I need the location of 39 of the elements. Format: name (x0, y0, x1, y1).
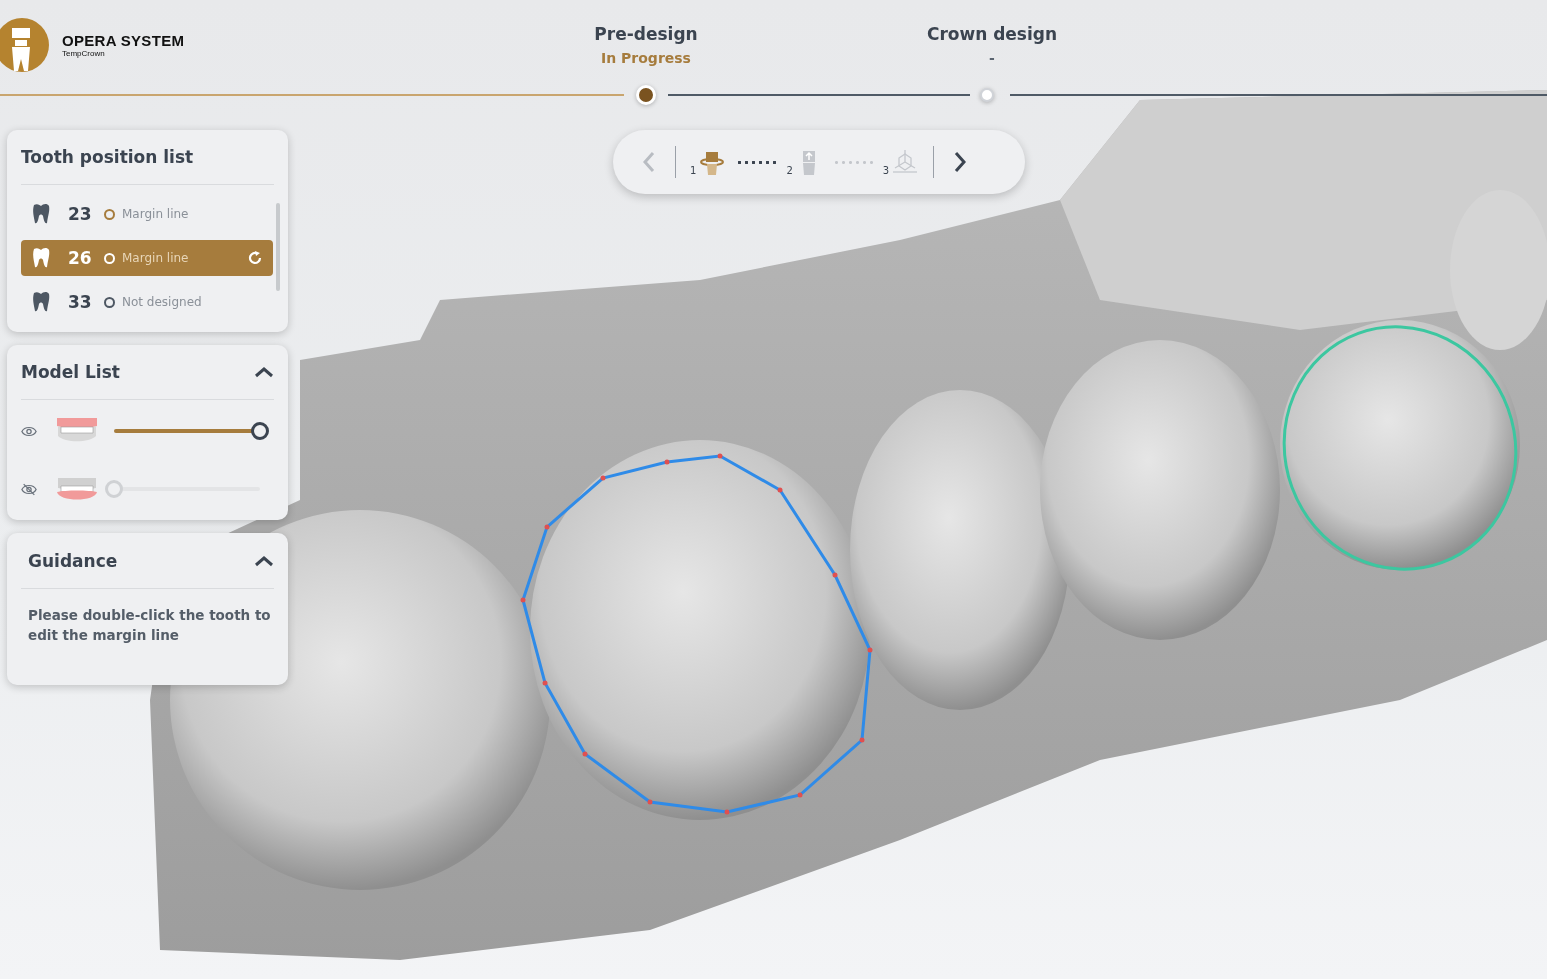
tooth-icon (31, 203, 51, 225)
step-status: In Progress (601, 50, 691, 66)
reset-icon[interactable] (247, 250, 263, 266)
design-tool[interactable]: 2 (786, 148, 823, 176)
eye-off-icon[interactable] (21, 482, 37, 496)
tooth-number: 23 (68, 204, 93, 224)
design-tool[interactable]: 1 (690, 148, 727, 176)
eye-icon[interactable] (21, 424, 37, 438)
tool-number: 2 (786, 165, 793, 176)
collapse-chevron-icon[interactable] (254, 366, 274, 378)
tooth-list-item[interactable]: 33 Not designed (21, 284, 273, 320)
tooth-status: Not designed (122, 295, 202, 309)
chevron-right-icon (954, 151, 967, 173)
step-dot[interactable] (980, 88, 994, 102)
tool-number: 1 (690, 165, 697, 176)
tooth-status: Margin line (122, 207, 189, 221)
design-tool[interactable]: 3 (882, 148, 920, 176)
app-subtitle: TempCrown (62, 49, 106, 58)
panel-title: Model List (21, 362, 120, 382)
step-label: Crown design (926, 24, 1058, 44)
step-label: Pre-design (594, 24, 698, 44)
guidance-text: Please double-click the tooth to edit the margin line (27, 606, 272, 645)
tooth-icon (31, 247, 51, 269)
collapse-chevron-icon[interactable] (254, 554, 274, 567)
tooth-number: 33 (68, 292, 93, 312)
tooth-icon (31, 291, 51, 313)
chevron-left-icon (643, 151, 655, 173)
tool-number: 3 (882, 165, 890, 176)
step-status: - (989, 50, 995, 66)
dotted-connector (736, 160, 777, 164)
dotted-connector (832, 160, 873, 164)
tooth-status: Margin line (122, 251, 189, 265)
app-title: OPERA SYSTEM (62, 32, 185, 49)
panel-title: Guidance (28, 550, 118, 571)
panel-title: Tooth position list (21, 147, 194, 167)
tooth-number: 26 (68, 248, 93, 268)
tooth-list-item[interactable]: 23 Margin line (21, 196, 273, 232)
cube-axis-icon (891, 148, 920, 176)
tooth-list-item[interactable]: 26 Margin line (21, 240, 273, 276)
